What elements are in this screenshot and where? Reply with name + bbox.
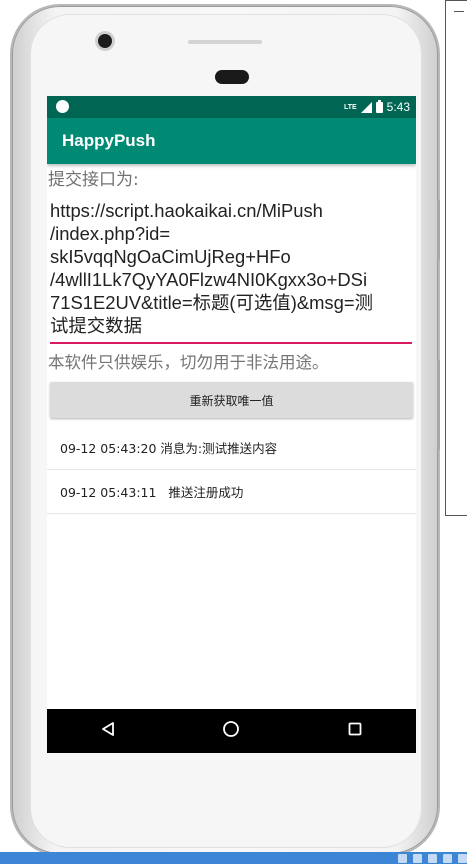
desktop-taskbar: [0, 852, 467, 864]
tray-icon[interactable]: [428, 854, 437, 863]
volume-button: [437, 200, 440, 260]
notification-dot-icon: [56, 100, 69, 113]
tray-icon[interactable]: [413, 854, 422, 863]
log-item-text: 09-12 05:43:20 消息为:测试推送内容: [60, 441, 278, 456]
tray-icon[interactable]: [443, 854, 452, 863]
window-mark: [454, 11, 464, 12]
endpoint-url-text: https://script.haokaikai.cn/MiPush /inde…: [50, 200, 373, 336]
recents-square-icon[interactable]: [347, 721, 363, 741]
disclaimer-text: 本软件只供娱乐，切勿用于非法用途。: [48, 353, 329, 372]
system-tray: [398, 854, 467, 863]
speaker-grille: [215, 70, 249, 84]
network-type: LTE: [343, 103, 357, 111]
endpoint-label: 提交接口为:: [48, 170, 139, 190]
front-camera-icon: [98, 34, 112, 48]
log-item[interactable]: 09-12 05:43:11 推送注册成功: [47, 470, 416, 514]
log-item[interactable]: 09-12 05:43:20 消息为:测试推送内容: [47, 426, 416, 470]
status-bar: LTE 5:43: [47, 96, 416, 118]
refresh-unique-id-label: 重新获取唯一值: [189, 393, 274, 408]
device-screen: LTE 5:43 HappyPush 提交接口为: https://script…: [47, 96, 416, 753]
tray-icon[interactable]: [398, 854, 407, 863]
app-bar: HappyPush: [47, 118, 416, 164]
battery-icon: [375, 99, 383, 113]
signal-icon: [360, 101, 372, 113]
log-list: 09-12 05:43:20 消息为:测试推送内容 09-12 05:43:11…: [47, 426, 416, 514]
app-title: HappyPush: [62, 131, 156, 150]
status-icons: LTE 5:43: [344, 98, 410, 116]
home-circle-icon[interactable]: [222, 720, 240, 742]
refresh-unique-id-button[interactable]: 重新获取唯一值: [50, 382, 413, 418]
endpoint-url-field[interactable]: https://script.haokaikai.cn/MiPush /inde…: [50, 199, 412, 344]
navigation-bar: [47, 709, 416, 753]
background-window: [445, 0, 467, 516]
earpiece: [188, 40, 262, 44]
log-item-text: 09-12 05:43:11 推送注册成功: [60, 485, 244, 500]
tray-icon[interactable]: [458, 854, 467, 863]
back-triangle-icon[interactable]: [100, 721, 116, 741]
status-time: 5:43: [386, 100, 410, 114]
main-content: 提交接口为: https://script.haokaikai.cn/MiPus…: [47, 164, 416, 514]
power-button: [437, 360, 440, 450]
